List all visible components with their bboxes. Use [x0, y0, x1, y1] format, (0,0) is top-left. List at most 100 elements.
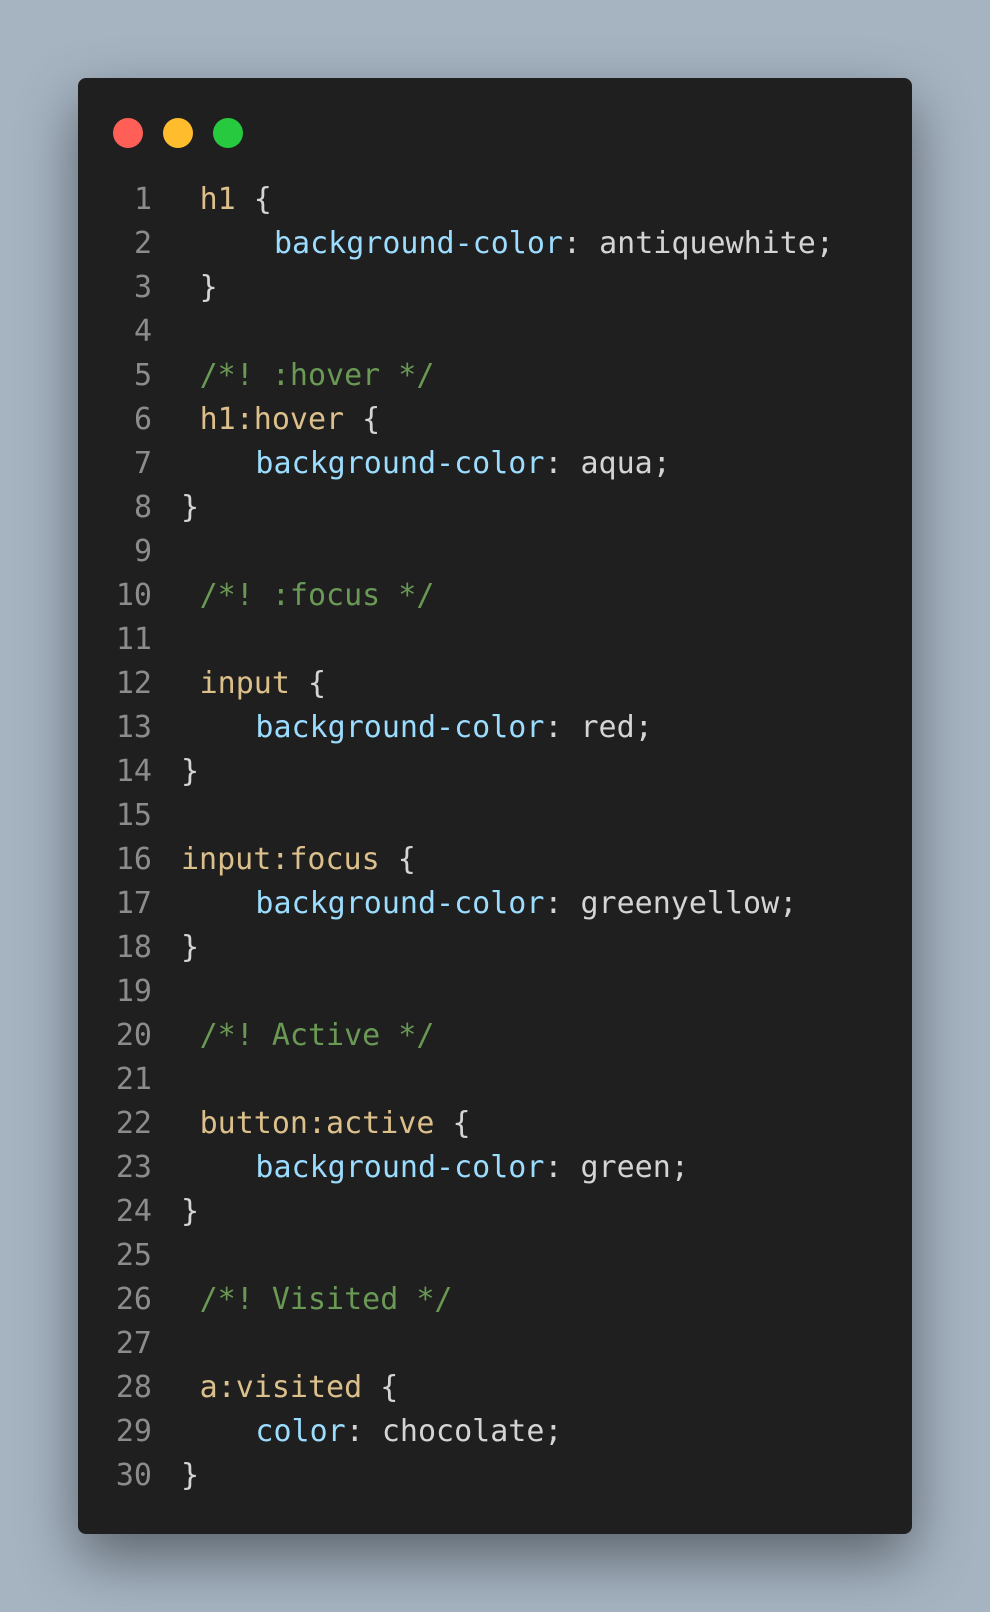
code-text: background-color: antiquewhite; [274, 222, 834, 266]
code-token: } [181, 930, 200, 965]
line-number: 26 [115, 1282, 152, 1317]
code-line: 11 [78, 618, 912, 662]
code-token: button:active [199, 1106, 435, 1141]
close-dot[interactable] [113, 118, 143, 148]
code-line: 21 [78, 1058, 912, 1102]
code-text: } [181, 750, 199, 794]
code-token: { [379, 842, 416, 877]
code-line: 25 [78, 1234, 912, 1278]
line-number: 10 [115, 578, 152, 613]
line-number: 30 [115, 1458, 152, 1493]
code-token: { [434, 1106, 471, 1141]
code-line: 13 background-color: red; [78, 706, 912, 750]
code-token: { [362, 1370, 399, 1405]
code-text: background-color: green; [255, 1146, 688, 1190]
code-token: : [544, 710, 581, 745]
line-number: 11 [115, 622, 152, 657]
line-number: 18 [115, 930, 152, 965]
code-token: { [235, 182, 272, 217]
line-number: 28 [115, 1370, 152, 1405]
code-token: : [544, 886, 581, 921]
line-number: 23 [115, 1150, 152, 1185]
code-token: ; [670, 1150, 689, 1185]
code-token: h1 [199, 182, 236, 217]
code-token: background-color [255, 886, 545, 921]
minimize-dot[interactable] [163, 118, 193, 148]
code-line: 29 color: chocolate; [78, 1410, 912, 1454]
code-text: h1 { [200, 178, 272, 222]
line-number: 5 [133, 358, 152, 393]
code-token: /*! Active */ [199, 1018, 435, 1053]
line-number: 2 [133, 226, 152, 261]
code-text: background-color: greenyellow; [255, 882, 797, 926]
code-token: ; [779, 886, 798, 921]
line-number: 27 [115, 1326, 152, 1361]
line-number: 4 [133, 314, 152, 349]
code-text: input:focus { [181, 838, 416, 882]
code-token: a:visited [199, 1370, 363, 1405]
code-line: 20 /*! Active */ [78, 1014, 912, 1058]
code-text: a:visited { [200, 1366, 399, 1410]
code-token: background-color [255, 710, 545, 745]
code-text: /*! :hover */ [200, 354, 435, 398]
code-line: 26 /*! Visited */ [78, 1278, 912, 1322]
line-number: 14 [115, 754, 152, 789]
code-text: background-color: aqua; [255, 442, 670, 486]
line-number: 25 [115, 1238, 152, 1273]
code-text: h1:hover { [200, 398, 381, 442]
code-line: 24} [78, 1190, 912, 1234]
code-token: { [289, 666, 327, 701]
code-line: 2 background-color: antiquewhite; [78, 222, 912, 266]
code-line: 9 [78, 530, 912, 574]
code-line: 1 h1 { [78, 178, 912, 222]
code-token: background-color [255, 1150, 545, 1185]
code-line: 3} [78, 266, 912, 310]
code-text: button:active { [200, 1102, 471, 1146]
code-text: } [181, 486, 199, 530]
code-line: 19 [78, 970, 912, 1014]
code-line: 15 [78, 794, 912, 838]
code-text: /*! Visited */ [200, 1278, 453, 1322]
code-line: 4 [78, 310, 912, 354]
line-number: 21 [115, 1062, 152, 1097]
line-number: 19 [115, 974, 152, 1009]
code-token: color [255, 1414, 346, 1449]
line-number: 6 [133, 402, 152, 437]
code-token: { [344, 402, 381, 437]
code-line: 14} [78, 750, 912, 794]
code-line: 5 /*! :hover */ [78, 354, 912, 398]
code-token: : [544, 446, 581, 481]
code-token: /*! :focus */ [199, 578, 435, 613]
code-line: 30} [78, 1454, 912, 1498]
code-token: greenyellow [580, 886, 780, 921]
code-token: } [181, 754, 200, 789]
code-token: : [345, 1414, 382, 1449]
line-number: 12 [115, 666, 152, 701]
line-number: 24 [115, 1194, 152, 1229]
line-number: 16 [115, 842, 152, 877]
code-token: ; [652, 446, 671, 481]
code-window: 1 h1 {2 background-color: antiquewhite; 3} 4… [78, 78, 912, 1534]
line-number: 9 [133, 534, 152, 569]
line-number: 20 [115, 1018, 152, 1053]
code-line: 6 h1:hover { [78, 398, 912, 442]
maximize-dot[interactable] [213, 118, 243, 148]
code-line: 16 input:focus { [78, 838, 912, 882]
code-token: : [562, 226, 600, 261]
code-text: /*! Active */ [200, 1014, 435, 1058]
code-line: 22 button:active { [78, 1102, 912, 1146]
code-token: background-color [274, 226, 563, 261]
code-line: 12 input { [78, 662, 912, 706]
code-token: green [580, 1150, 671, 1185]
code-token: } [181, 490, 200, 525]
line-number: 3 [133, 270, 152, 305]
code-text: } [181, 1190, 199, 1234]
code-line: 18} [78, 926, 912, 970]
code-token: ; [544, 1414, 563, 1449]
code-line: 23 background-color: green; [78, 1146, 912, 1190]
code-line: 10 /*! :focus */ [78, 574, 912, 618]
code-line: 7 background-color: aqua; [78, 442, 912, 486]
line-number: 1 [133, 182, 152, 217]
code-token: input:focus [181, 842, 380, 877]
code-text: /*! :focus */ [200, 574, 435, 618]
